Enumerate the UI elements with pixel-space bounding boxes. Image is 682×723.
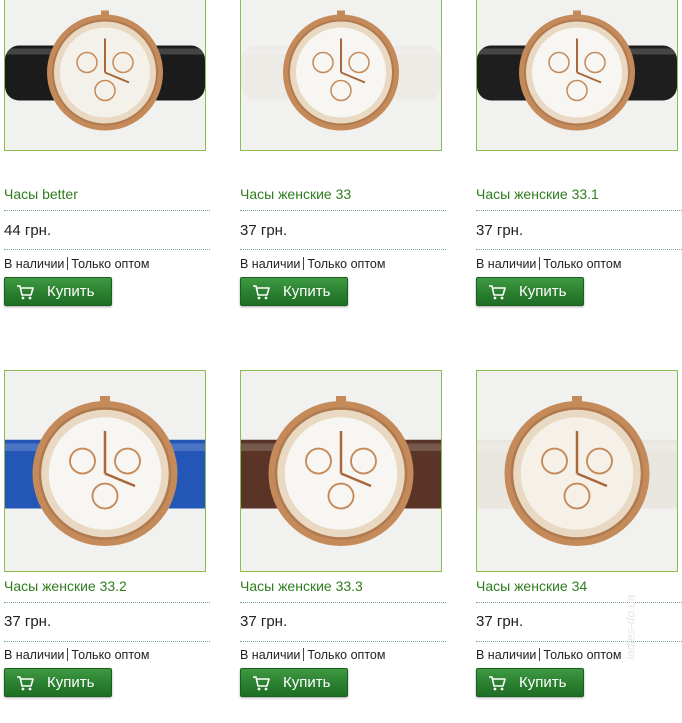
product-price: 37 грн. xyxy=(240,222,288,239)
availability-status: В наличии Только оптом xyxy=(4,257,149,271)
wholesale-label: Только оптом xyxy=(307,648,386,662)
buy-button[interactable]: Купить xyxy=(476,668,584,697)
product-name-link[interactable]: Часы better xyxy=(4,186,78,202)
wholesale-label: Только оптом xyxy=(543,257,622,271)
status-divider xyxy=(303,648,305,661)
product-image[interactable] xyxy=(476,370,678,572)
buy-button[interactable]: Купить xyxy=(240,668,348,697)
buy-button-label: Купить xyxy=(283,674,331,691)
availability-status: В наличии Только оптом xyxy=(240,648,385,662)
product-image[interactable] xyxy=(240,0,442,151)
wholesale-label: Только оптом xyxy=(307,257,386,271)
divider xyxy=(476,249,682,250)
cart-icon xyxy=(17,676,34,691)
divider xyxy=(4,210,210,211)
buy-button-label: Купить xyxy=(47,283,95,300)
divider xyxy=(4,641,210,642)
in-stock-label: В наличии xyxy=(4,257,65,271)
product-name-link[interactable]: Часы женские 34 xyxy=(476,578,587,594)
availability-status: В наличии Только оптом xyxy=(240,257,385,271)
availability-status: В наличии Только оптом xyxy=(4,648,149,662)
product-image[interactable] xyxy=(4,0,206,151)
status-divider xyxy=(539,257,541,270)
product-name-link[interactable]: Часы женские 33.1 xyxy=(476,186,599,202)
buy-button[interactable]: Купить xyxy=(4,668,112,697)
product-price: 37 грн. xyxy=(240,613,288,630)
divider xyxy=(4,249,210,250)
cart-icon xyxy=(253,285,270,300)
divider xyxy=(4,602,210,603)
status-divider xyxy=(539,648,541,661)
divider xyxy=(240,602,446,603)
product-name-link[interactable]: Часы женские 33.2 xyxy=(4,578,127,594)
divider xyxy=(240,210,446,211)
cart-icon xyxy=(489,676,506,691)
buy-button[interactable]: Купить xyxy=(476,277,584,306)
cart-icon xyxy=(253,676,270,691)
status-divider xyxy=(67,648,69,661)
buy-button-label: Купить xyxy=(47,674,95,691)
product-price: 37 грн. xyxy=(4,613,52,630)
cart-icon xyxy=(489,285,506,300)
product-price: 37 грн. xyxy=(476,613,524,630)
wholesale-label: Только оптом xyxy=(71,648,150,662)
buy-button-label: Купить xyxy=(283,283,331,300)
divider xyxy=(476,641,682,642)
in-stock-label: В наличии xyxy=(476,257,537,271)
in-stock-label: В наличии xyxy=(476,648,537,662)
product-image[interactable] xyxy=(240,370,442,572)
in-stock-label: В наличии xyxy=(4,648,65,662)
buy-button[interactable]: Купить xyxy=(240,277,348,306)
buy-button-label: Купить xyxy=(519,283,567,300)
product-price: 44 грн. xyxy=(4,222,52,239)
availability-status: В наличии Только оптом xyxy=(476,257,621,271)
product-image[interactable] xyxy=(4,370,206,572)
buy-button[interactable]: Купить xyxy=(4,277,112,306)
divider xyxy=(476,602,682,603)
availability-status: В наличии Только оптом xyxy=(476,648,621,662)
in-stock-label: В наличии xyxy=(240,257,301,271)
cart-icon xyxy=(17,285,34,300)
watermark: ladies-do.ua xyxy=(623,594,638,660)
wholesale-label: Только оптом xyxy=(71,257,150,271)
divider xyxy=(240,641,446,642)
status-divider xyxy=(67,257,69,270)
divider xyxy=(240,249,446,250)
product-image[interactable] xyxy=(476,0,678,151)
product-price: 37 грн. xyxy=(476,222,524,239)
divider xyxy=(476,210,682,211)
wholesale-label: Только оптом xyxy=(543,648,622,662)
product-name-link[interactable]: Часы женские 33.3 xyxy=(240,578,363,594)
status-divider xyxy=(303,257,305,270)
in-stock-label: В наличии xyxy=(240,648,301,662)
product-name-link[interactable]: Часы женские 33 xyxy=(240,186,351,202)
buy-button-label: Купить xyxy=(519,674,567,691)
